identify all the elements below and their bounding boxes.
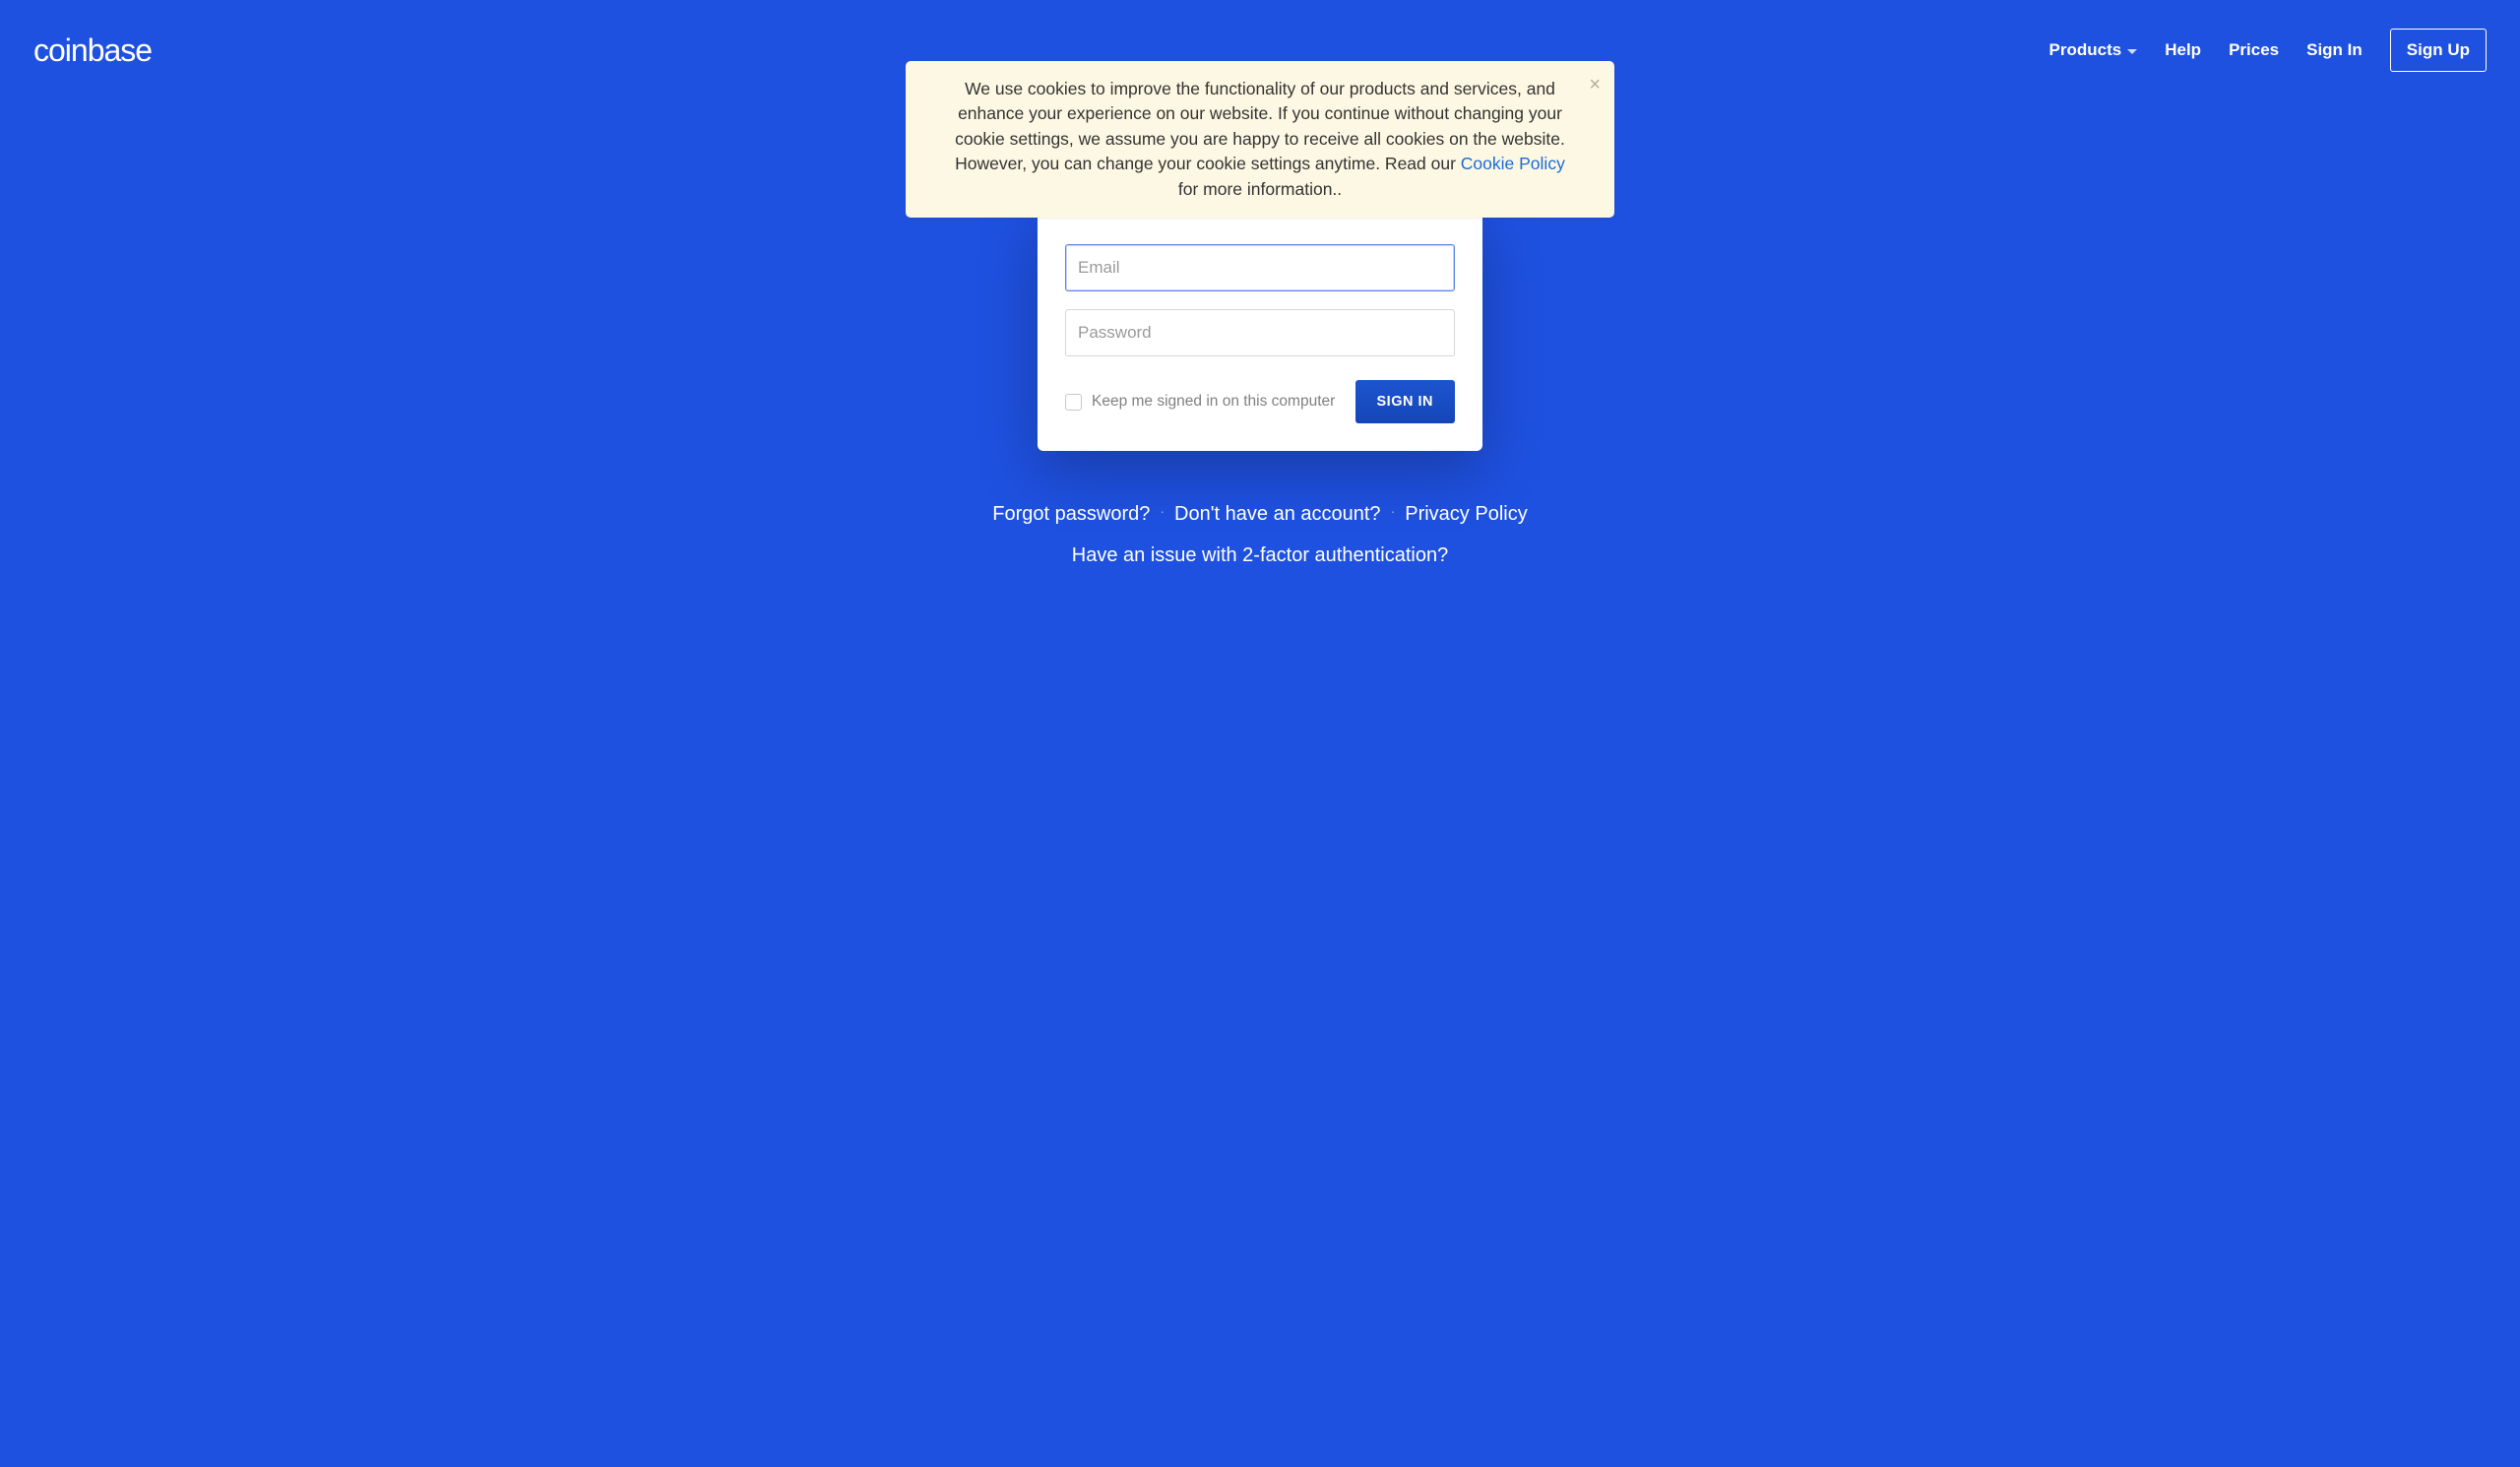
keep-signed-in-wrap[interactable]: Keep me signed in on this computer — [1065, 393, 1335, 411]
chevron-down-icon — [2127, 49, 2137, 54]
cookie-banner: × We use cookies to improve the function… — [906, 61, 1614, 218]
keep-signed-in-checkbox[interactable] — [1065, 394, 1082, 411]
signup-button[interactable]: Sign Up — [2390, 29, 2487, 72]
brand-logo[interactable]: coinbase — [33, 32, 152, 69]
cookie-text-after: for more information.. — [1178, 179, 1342, 199]
signin-card: Keep me signed in on this computer SIGN … — [1038, 209, 1482, 451]
close-icon[interactable]: × — [1589, 71, 1601, 99]
password-field[interactable] — [1065, 309, 1455, 356]
cookie-policy-link[interactable]: Cookie Policy — [1461, 154, 1565, 173]
forgot-password-link[interactable]: Forgot password? — [992, 496, 1150, 532]
sub-links: Forgot password? · Don't have an account… — [992, 496, 1527, 573]
keep-signed-in-label: Keep me signed in on this computer — [1092, 393, 1335, 411]
nav-signin[interactable]: Sign In — [2306, 40, 2362, 60]
twofa-issue-link[interactable]: Have an issue with 2-factor authenticati… — [1072, 544, 1448, 566]
separator-dot: · — [1160, 499, 1165, 524]
nav-products[interactable]: Products — [2049, 40, 2138, 60]
separator-dot: · — [1391, 499, 1396, 524]
nav-help[interactable]: Help — [2165, 40, 2201, 60]
nav-products-label: Products — [2049, 40, 2122, 60]
create-account-link[interactable]: Don't have an account? — [1174, 496, 1381, 532]
email-field[interactable] — [1065, 244, 1455, 291]
top-nav: Products Help Prices Sign In Sign Up — [2049, 29, 2487, 72]
signin-button[interactable]: SIGN IN — [1355, 380, 1455, 423]
privacy-policy-link[interactable]: Privacy Policy — [1405, 496, 1527, 532]
form-bottom-row: Keep me signed in on this computer SIGN … — [1065, 380, 1455, 423]
nav-prices[interactable]: Prices — [2229, 40, 2279, 60]
